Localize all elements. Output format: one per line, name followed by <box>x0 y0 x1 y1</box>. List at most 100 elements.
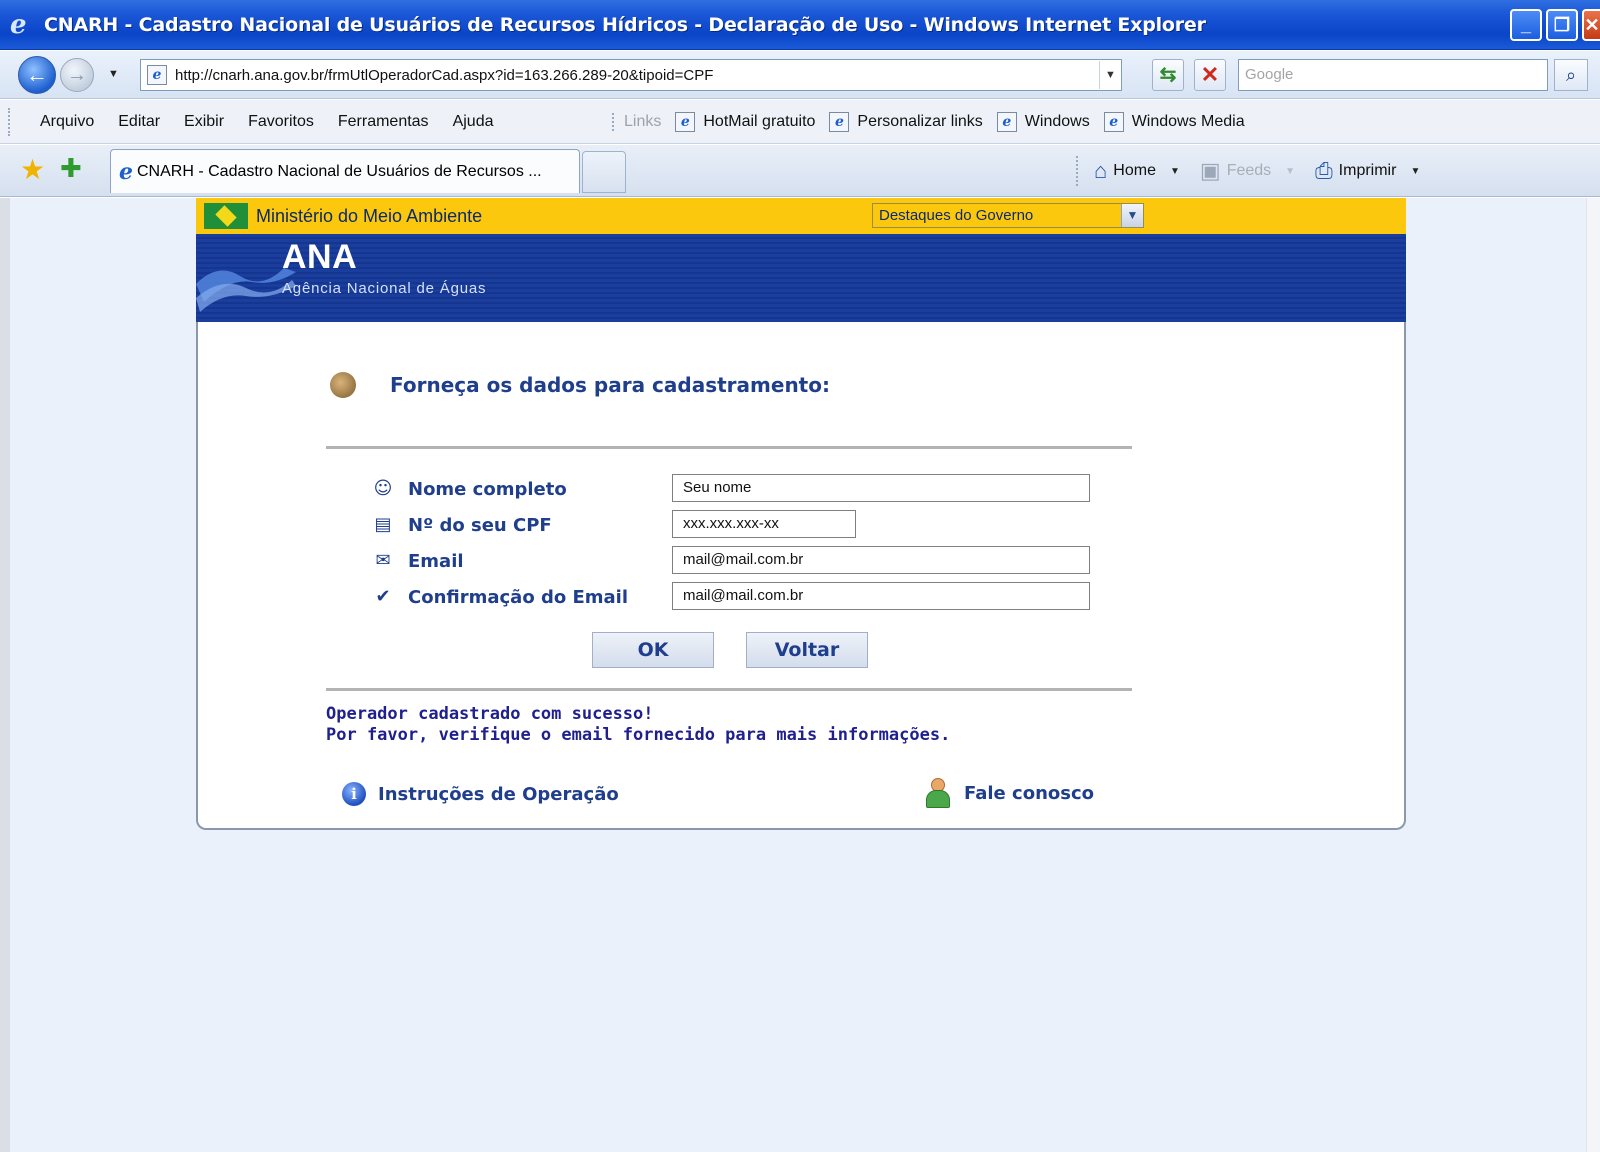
url-field[interactable]: e http://cnarh.ana.gov.br/frmUtlOperador… <box>140 59 1122 91</box>
ana-subtitle: Agência Nacional de Águas <box>282 280 487 297</box>
government-highlights-select[interactable]: Destaques do Governo ▼ <box>872 203 1144 228</box>
search-icon[interactable]: ⌕ <box>1554 59 1588 91</box>
link-hotmail-label: HotMail gratuito <box>703 113 816 130</box>
links-label: Links <box>612 113 661 131</box>
name-field[interactable]: Seu nome <box>672 474 1090 502</box>
ie-logo-icon: e <box>119 158 133 185</box>
ie-page-icon: e <box>675 112 696 132</box>
ie-page-icon: e <box>996 112 1017 132</box>
ana-wave-logo-icon <box>196 268 296 312</box>
ana-logo-text: ANA <box>282 238 358 276</box>
home-icon: ⌂ <box>1094 158 1108 183</box>
links-bar: Links e HotMail gratuito e Personalizar … <box>600 100 1245 144</box>
menu-exibir[interactable]: Exibir <box>184 113 224 131</box>
link-personalizar[interactable]: e Personalizar links <box>829 112 983 132</box>
command-bar: ⌂ Home ▼ ▣ Feeds ▼ ⎙ Imprimir ▼ <box>1076 145 1440 197</box>
link-hotmail[interactable]: e HotMail gratuito <box>675 112 815 132</box>
email-field[interactable]: mail@mail.com.br <box>672 546 1090 574</box>
menu-favoritos[interactable]: Favoritos <box>248 113 314 131</box>
cpf-label-text: Nº do seu CPF <box>408 514 552 536</box>
refresh-button[interactable]: ⇆ <box>1152 59 1184 91</box>
stop-button[interactable]: ✕ <box>1194 59 1226 91</box>
forward-button[interactable]: → <box>60 58 94 92</box>
close-button[interactable]: ✕ <box>1582 9 1600 41</box>
coins-icon <box>330 372 356 398</box>
ie-page-icon: e <box>829 112 850 132</box>
print-button[interactable]: ⎙ Imprimir ▼ <box>1315 158 1440 184</box>
content-card <box>196 322 1406 830</box>
page-icon: e <box>147 65 167 85</box>
ok-button[interactable]: OK <box>592 632 714 668</box>
ministry-name[interactable]: Ministério do Meio Ambiente <box>256 206 482 227</box>
home-button[interactable]: ⌂ Home ▼ <box>1094 158 1200 184</box>
back-button-page[interactable]: Voltar <box>746 632 868 668</box>
email-label-text: Email <box>408 550 464 572</box>
chevron-down-icon[interactable]: ▼ <box>1121 204 1143 227</box>
back-button[interactable]: ← <box>18 56 56 94</box>
window-title: CNARH - Cadastro Nacional de Usuários de… <box>44 13 1206 36</box>
print-label: Imprimir <box>1338 162 1397 179</box>
new-tab-button[interactable] <box>582 151 626 193</box>
link-windows-label: Windows <box>1024 113 1090 130</box>
name-label: ☺ Nome completo <box>372 478 567 500</box>
ie-logo-icon: e <box>10 9 27 40</box>
person-icon: ☺ <box>373 478 393 499</box>
tab-cnarh[interactable]: e CNARH - Cadastro Nacional de Usuários … <box>110 149 580 193</box>
contact-person-icon <box>926 778 950 808</box>
print-dropdown-icon[interactable]: ▼ <box>1410 166 1420 177</box>
add-favorite-icon[interactable]: ✚ <box>60 153 82 184</box>
feeds-button[interactable]: ▣ Feeds ▼ <box>1200 158 1315 184</box>
instructions-link[interactable]: i Instruções de Operação <box>342 782 619 806</box>
ana-banner: ANA Agência Nacional de Águas <box>196 234 1406 322</box>
feeds-icon: ▣ <box>1199 158 1221 183</box>
form-heading: Forneça os dados para cadastramento: <box>330 372 830 398</box>
cpf-label: ▤ Nº do seu CPF <box>372 514 552 536</box>
link-personalizar-label: Personalizar links <box>857 113 983 130</box>
address-toolbar: ← → ▼ e http://cnarh.ana.gov.br/frmUtlOp… <box>0 51 1600 99</box>
link-windows-media[interactable]: e Windows Media <box>1103 112 1245 132</box>
menu-bar: Arquivo Editar Exibir Favoritos Ferramen… <box>0 100 1600 144</box>
menu-arquivo[interactable]: Arquivo <box>40 113 94 131</box>
link-windows-media-label: Windows Media <box>1131 113 1245 130</box>
cpf-field[interactable]: xxx.xxx.xxx-xx <box>672 510 856 538</box>
bottom-divider <box>326 688 1132 691</box>
info-icon: i <box>342 782 366 806</box>
success-message: Operador cadastrado com sucesso! <box>326 704 654 724</box>
menu-ferramentas[interactable]: Ferramentas <box>338 113 429 131</box>
contact-label: Fale conosco <box>964 782 1094 804</box>
link-windows[interactable]: e Windows <box>996 112 1090 132</box>
restore-button[interactable]: ❐ <box>1546 9 1578 41</box>
minimize-button[interactable]: _ <box>1510 9 1542 41</box>
search-input[interactable]: Google <box>1238 59 1548 91</box>
printer-icon: ⎙ <box>1315 158 1333 183</box>
government-bar: Ministério do Meio Ambiente Destaques do… <box>196 198 1406 234</box>
home-label: Home <box>1113 162 1156 179</box>
email-check-message: Por favor, verifique o email fornecido p… <box>326 725 951 745</box>
email-confirm-label-text: Confirmação do Email <box>408 586 629 608</box>
url-text[interactable]: http://cnarh.ana.gov.br/frmUtlOperadorCa… <box>175 67 713 84</box>
menu-editar[interactable]: Editar <box>118 113 160 131</box>
feeds-dropdown-icon[interactable]: ▼ <box>1285 166 1295 177</box>
url-dropdown-icon[interactable]: ▼ <box>1099 61 1121 89</box>
home-dropdown-icon[interactable]: ▼ <box>1170 166 1180 177</box>
favorites-star-icon[interactable]: ★ <box>20 153 45 186</box>
email-confirm-field[interactable]: mail@mail.com.br <box>672 582 1090 610</box>
contact-body-shape <box>926 790 950 808</box>
email-confirm-label: ✔ Confirmação do Email <box>372 586 628 608</box>
vertical-scrollbar[interactable] <box>1586 198 1600 1152</box>
contact-link[interactable]: Fale conosco <box>926 778 1094 808</box>
window-title-bar[interactable]: e CNARH - Cadastro Nacional de Usuários … <box>0 0 1600 50</box>
checkmark-icon: ✔ <box>375 586 391 607</box>
toolbar-grip[interactable] <box>8 107 16 136</box>
history-dropdown-icon[interactable]: ▼ <box>108 68 119 80</box>
envelope-icon: ✉ <box>375 550 391 571</box>
feeds-label: Feeds <box>1226 162 1272 179</box>
form-heading-text: Forneça os dados para cadastramento: <box>390 373 830 397</box>
instructions-label: Instruções de Operação <box>378 783 619 805</box>
toolbar-separator <box>1076 156 1078 186</box>
brazil-flag-icon <box>204 203 248 229</box>
menu-ajuda[interactable]: Ajuda <box>453 113 494 131</box>
email-label: ✉ Email <box>372 550 464 572</box>
tab-label: CNARH - Cadastro Nacional de Usuários de… <box>137 162 542 180</box>
name-label-text: Nome completo <box>408 478 567 500</box>
